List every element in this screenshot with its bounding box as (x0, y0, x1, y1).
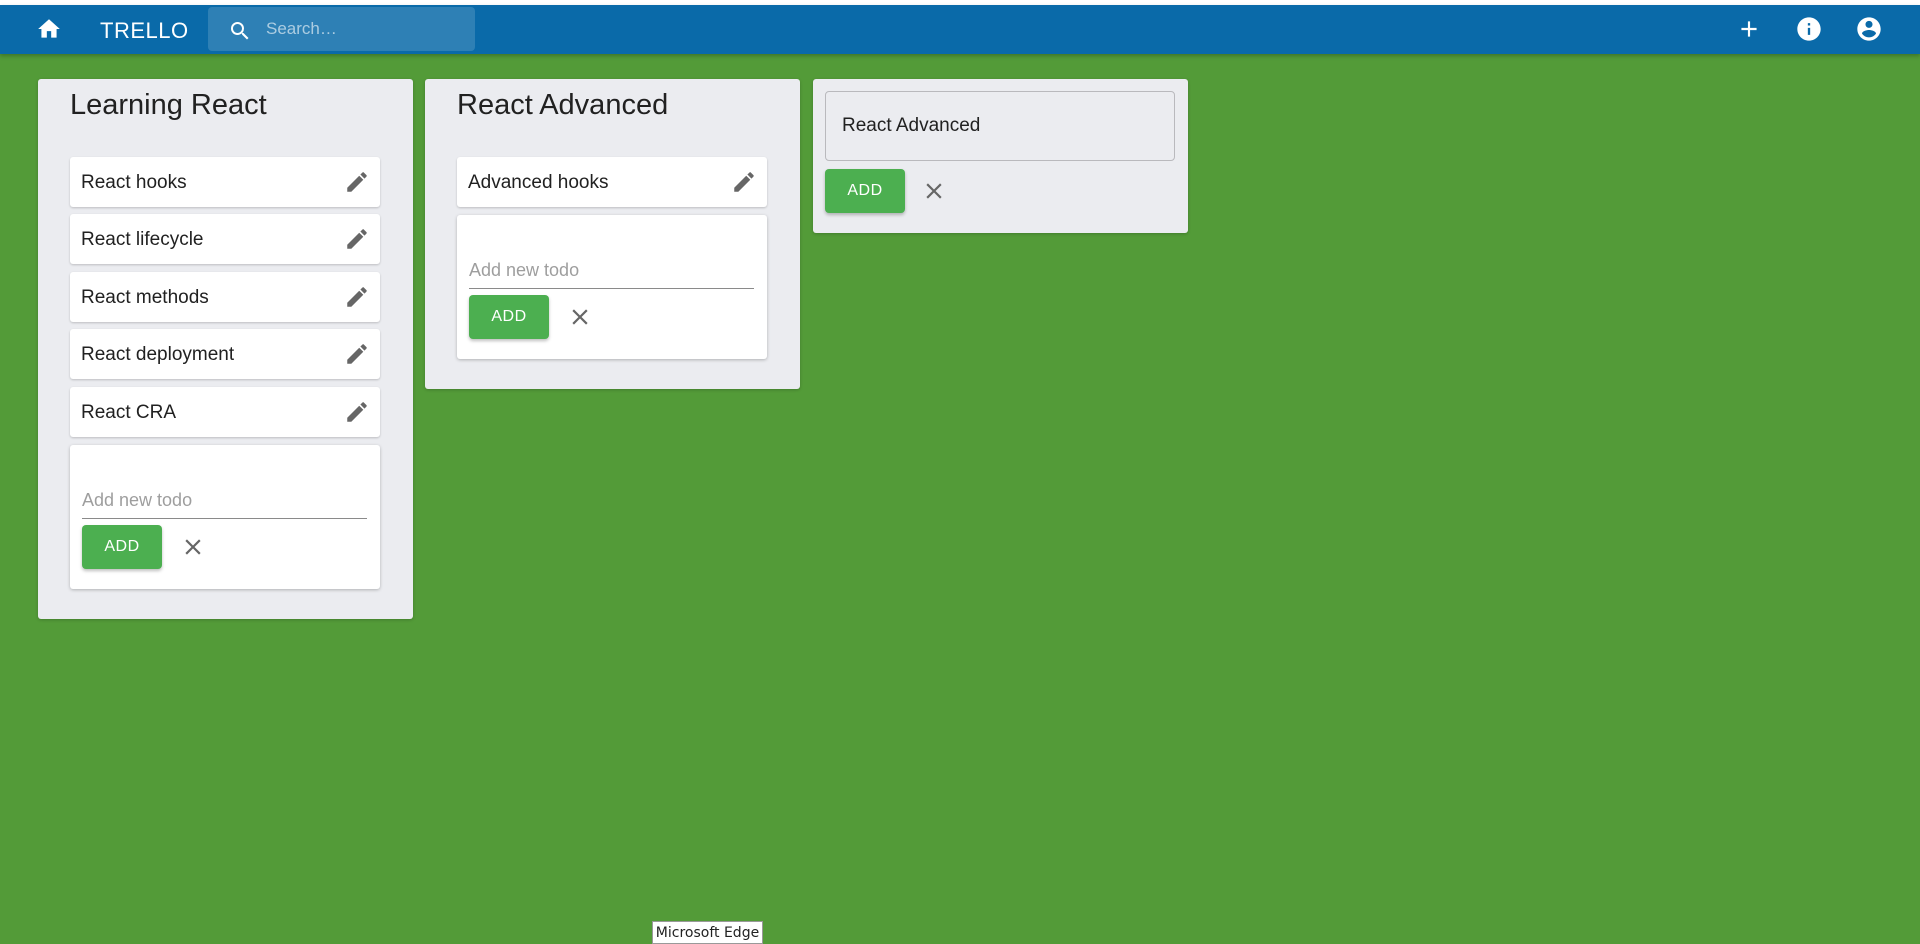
cancel-add-button[interactable] (177, 531, 209, 563)
edit-card-button[interactable] (342, 224, 372, 254)
list-title: Learning React (70, 89, 267, 121)
card[interactable]: React methods (70, 272, 380, 322)
search-icon (231, 22, 249, 40)
add-todo-form: ADD (457, 215, 767, 359)
new-todo-input[interactable] (82, 483, 367, 519)
card-text: React deployment (81, 344, 235, 365)
close-icon (926, 183, 942, 199)
list-name-input[interactable] (825, 91, 1175, 161)
pencil-icon (347, 172, 367, 192)
edit-card-button[interactable] (342, 397, 372, 427)
add-list-button[interactable]: ADD (825, 169, 905, 213)
search-box[interactable] (208, 7, 475, 51)
card[interactable]: Advanced hooks (457, 157, 767, 207)
home-icon (38, 19, 60, 38)
account-button[interactable] (1849, 9, 1889, 49)
pencil-icon (347, 402, 367, 422)
card-text: React lifecycle (81, 229, 204, 250)
app-title: TRELLO (100, 18, 189, 43)
card-text: React hooks (81, 172, 187, 193)
add-board-button[interactable] (1729, 9, 1769, 49)
card[interactable]: React hooks (70, 157, 380, 207)
edit-card-button[interactable] (342, 167, 372, 197)
card[interactable]: React deployment (70, 329, 380, 379)
card-text: React CRA (81, 402, 177, 423)
close-icon (572, 309, 588, 325)
card[interactable]: React CRA (70, 387, 380, 437)
cancel-add-button[interactable] (564, 301, 596, 333)
list-title: React Advanced (457, 89, 669, 121)
cancel-list-button[interactable] (918, 175, 950, 207)
edit-card-button[interactable] (342, 339, 372, 369)
taskbar-tooltip: Microsoft Edge (652, 921, 763, 944)
card-text: React methods (81, 287, 209, 308)
home-button[interactable] (29, 9, 69, 49)
account-circle-icon (1857, 17, 1881, 41)
pencil-icon (347, 229, 367, 249)
edit-card-button[interactable] (342, 282, 372, 312)
add-todo-button[interactable]: ADD (469, 295, 549, 339)
list-react-advanced: React Advanced Advanced hooks ADD (425, 79, 800, 389)
card[interactable]: React lifecycle (70, 214, 380, 264)
search-input[interactable] (266, 17, 466, 41)
plus-icon (1741, 21, 1757, 37)
new-todo-input[interactable] (469, 253, 754, 289)
add-todo-form: ADD (70, 445, 380, 589)
add-list-form: ADD (813, 79, 1188, 233)
info-button[interactable] (1789, 9, 1829, 49)
add-todo-button[interactable]: ADD (82, 525, 162, 569)
pencil-icon (347, 344, 367, 364)
edit-card-button[interactable] (729, 167, 759, 197)
card-text: Advanced hooks (468, 172, 609, 193)
pencil-icon (347, 287, 367, 307)
close-icon (185, 539, 201, 555)
pencil-icon (734, 172, 754, 192)
app-bar: TRELLO (0, 5, 1920, 54)
list-learning-react: Learning React React hooks React lifecyc… (38, 79, 413, 619)
info-icon (1797, 17, 1821, 41)
